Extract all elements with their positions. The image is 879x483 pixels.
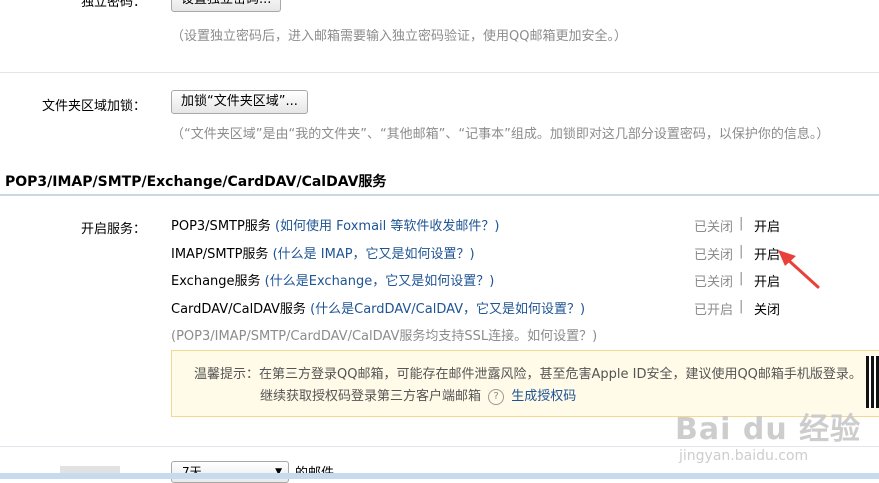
lock-folder-area-button[interactable]: 加锁“文件夹区域”... <box>171 90 308 114</box>
watermark-brand: Bai du 经验 <box>675 412 862 447</box>
ssl-note: (POP3/IMAP/SMTP/CardDAV/CalDAV服务均支持SSL连接… <box>171 329 598 344</box>
help-icon[interactable]: ? <box>488 388 505 405</box>
service-row-imap: IMAP/SMTP服务 (什么是 IMAP，它又是如何设置？) <box>171 243 475 262</box>
service-status: 已关闭 <box>694 248 734 263</box>
service-status: 已开启 <box>694 303 734 318</box>
enable-pop3-link[interactable]: 开启 <box>754 216 780 235</box>
divider <box>0 72 879 73</box>
independent-password-label: 独立密码： <box>80 0 146 10</box>
service-name: IMAP/SMTP服务 <box>171 247 269 262</box>
qr-code-icon <box>866 356 879 408</box>
service-row-exchange: Exchange服务 (什么是Exchange，它又是如何设置？) <box>171 270 494 289</box>
watermark-url: jingyan.baidu.com <box>679 448 809 464</box>
service-status: 已关闭 <box>694 220 734 235</box>
folder-lock-label: 文件夹区域加锁： <box>41 99 146 114</box>
set-independent-password-button[interactable]: 设置独立密码... <box>171 0 282 12</box>
chevron-down-icon: ▼ <box>275 467 282 477</box>
service-help-link[interactable]: (什么是 IMAP，它又是如何设置？) <box>273 247 475 262</box>
baidu-watermark: Bai du 经验 jingyan.baidu.com <box>675 404 861 464</box>
independent-password-hint: （设置独立密码后，进入邮箱需要输入独立密码验证，使用QQ邮箱更加安全。） <box>171 29 627 44</box>
service-row-caldav: CardDAV/CalDAV服务 (什么是CardDAV/CalDAV，它又是如… <box>171 298 585 317</box>
tip-line-2: 继续获取授权码登录第三方客户端邮箱 ? 生成授权码 <box>260 385 576 405</box>
enable-services-label: 开启服务： <box>80 222 146 237</box>
service-name: Exchange服务 <box>171 274 261 289</box>
services-section-title: POP3/IMAP/SMTP/Exchange/CardDAV/CalDAV服务 <box>5 174 387 190</box>
service-status: 已关闭 <box>694 275 734 290</box>
status-separator: | <box>739 271 744 286</box>
status-separator: | <box>739 216 744 231</box>
service-row-pop3: POP3/SMTP服务 (如何使用 Foxmail 等软件收发邮件？) <box>171 215 499 234</box>
status-separator: | <box>739 299 744 314</box>
service-help-link[interactable]: (什么是CardDAV/CalDAV，它又是如何设置？) <box>310 302 585 317</box>
service-name: POP3/SMTP服务 <box>171 219 271 234</box>
annotation-arrow-icon <box>778 250 820 289</box>
days-select[interactable]: 7天 ▼ <box>171 461 289 483</box>
folder-lock-hint: （“文件夹区域”是由“我的文件夹”、“其他邮箱”、“记事本”组成。加锁即对这几部… <box>171 127 830 142</box>
tip-line-1: 温馨提示：在第三方登录QQ邮箱，可能存在邮件泄露风险，甚至危害Apple ID安… <box>194 367 862 382</box>
page-bottom-bar <box>0 473 879 479</box>
section-divider <box>0 194 879 196</box>
status-separator: | <box>739 244 744 259</box>
disable-caldav-link[interactable]: 关闭 <box>754 299 780 318</box>
generate-auth-code-link[interactable]: 生成授权码 <box>511 389 576 404</box>
service-help-link[interactable]: (什么是Exchange，它又是如何设置？) <box>265 274 495 289</box>
tip-line-2-text: 继续获取授权码登录第三方客户端邮箱 <box>260 389 482 404</box>
service-help-link[interactable]: (如何使用 Foxmail 等软件收发邮件？) <box>275 219 500 234</box>
service-name: CardDAV/CalDAV服务 <box>171 302 306 317</box>
